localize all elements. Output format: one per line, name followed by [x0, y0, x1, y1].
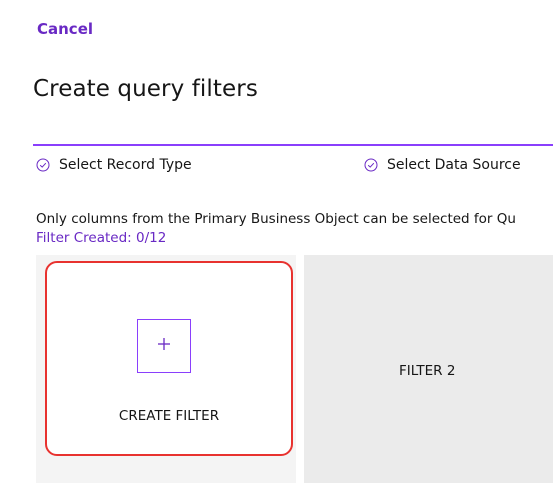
check-circle-icon — [36, 158, 50, 172]
add-filter-button[interactable] — [137, 319, 191, 373]
info-message: Only columns from the Primary Business O… — [36, 211, 516, 227]
create-filter-tile[interactable]: CREATE FILTER — [45, 261, 293, 456]
step-label: Select Record Type — [59, 157, 192, 173]
create-filter-label: CREATE FILTER — [118, 408, 220, 424]
filter-count: Filter Created: 0/12 — [36, 230, 167, 246]
progress-indicator-line — [33, 144, 553, 146]
filter-2-label: FILTER 2 — [399, 363, 456, 379]
step-select-data-source[interactable]: Select Data Source — [364, 157, 521, 173]
page-title: Create query filters — [33, 76, 258, 102]
check-circle-icon — [364, 158, 378, 172]
step-select-record-type[interactable]: Select Record Type — [36, 157, 192, 173]
plus-icon — [156, 336, 172, 356]
cancel-link[interactable]: Cancel — [37, 20, 93, 38]
step-label: Select Data Source — [387, 157, 521, 173]
filter-2-tile[interactable]: FILTER 2 — [304, 255, 553, 483]
